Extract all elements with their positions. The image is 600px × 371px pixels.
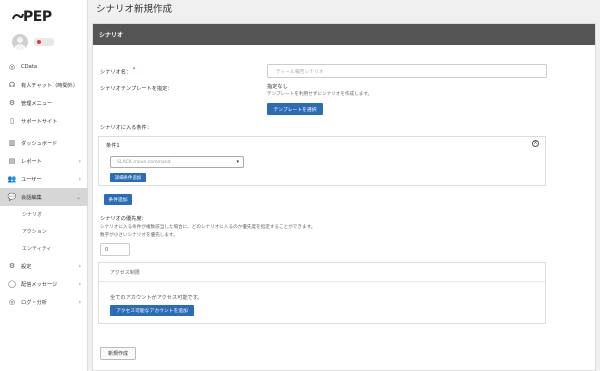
speech-icon: ◯ bbox=[8, 279, 16, 288]
priority-help-1: シナリオに入る条件が複数該当した場合に、どのシナリオに入るのか優先度を指定するこ… bbox=[100, 225, 316, 230]
page-title: シナリオ新規作成 bbox=[96, 4, 173, 15]
sidebar-item-support-site[interactable]: ▯ サポートサイト bbox=[0, 112, 88, 130]
access-description: 全てのアカウントがアクセス可能です。 bbox=[110, 295, 203, 301]
create-button[interactable]: 新規作成 bbox=[100, 347, 136, 360]
condition-select-value: SLACK move command bbox=[117, 159, 171, 165]
sidebar-item-cdata[interactable]: ◎ CData bbox=[0, 58, 88, 76]
chevron-right-icon: › bbox=[78, 175, 81, 183]
panel-header: シナリオ bbox=[93, 24, 595, 45]
tablet-icon: ▯ bbox=[10, 116, 14, 125]
main-content: シナリオ新規作成 シナリオ シナリオ名： * ディール報告シナリオ シナリオテン… bbox=[88, 0, 600, 371]
condition-select[interactable]: SLACK move command ▾ bbox=[110, 156, 244, 168]
sidebar-subitem-entity[interactable]: エンティティ bbox=[0, 240, 88, 257]
scenario-name-input[interactable]: ディール報告シナリオ bbox=[267, 64, 547, 78]
sidebar-item-label: ダッシュボード bbox=[21, 140, 58, 147]
required-mark: * bbox=[132, 67, 136, 73]
priority-help-2: 数字が小さいシナリオを優先します。 bbox=[100, 233, 178, 238]
user-profile[interactable] bbox=[12, 34, 54, 50]
scenario-name-label: シナリオ名： * bbox=[100, 67, 135, 76]
chevron-down-icon: ⌄ bbox=[75, 193, 81, 201]
chat-bubbles-icon: 💬 bbox=[7, 192, 17, 201]
sidebar-subitem-scenario[interactable]: シナリオ bbox=[0, 206, 88, 223]
chevron-right-icon: › bbox=[78, 262, 81, 270]
sidebar-item-label: レポート bbox=[21, 158, 42, 165]
sidebar-item-label: 管理メニュー bbox=[21, 100, 53, 107]
gears-icon: ⚙ bbox=[8, 261, 16, 270]
sidebar-item-label: ユーザー bbox=[21, 176, 42, 183]
users-icon: 👥 bbox=[7, 174, 17, 183]
globe-icon: ◎ bbox=[8, 62, 16, 71]
close-icon[interactable]: × bbox=[532, 140, 539, 147]
sidebar-item-label: 有人チャット（時間外） bbox=[21, 82, 79, 89]
template-description: テンプレートを利用せずにシナリオを作成します。 bbox=[267, 92, 373, 97]
sidebar-item-label: 設定 bbox=[21, 263, 32, 270]
sidebar-subitem-label: エンティティ bbox=[22, 246, 52, 252]
add-accessible-account-button[interactable]: アクセス可能なアカウントを追加 bbox=[110, 305, 194, 316]
scenario-name-label-text: シナリオ名： bbox=[100, 69, 132, 76]
access-title: アクセス制限 bbox=[110, 270, 140, 276]
priority-label: シナリオの優先度： bbox=[100, 216, 147, 222]
condition-title: 条件1 bbox=[106, 143, 120, 149]
select-template-button[interactable]: テンプレートを選択 bbox=[267, 103, 323, 115]
sidebar-item-label: 配信メッセージ bbox=[21, 281, 58, 288]
scenario-panel: シナリオ シナリオ名： * ディール報告シナリオ シナリオテンプレートを指定： … bbox=[92, 23, 596, 371]
chevron-right-icon: › bbox=[78, 298, 81, 306]
template-value: 指定なし bbox=[267, 84, 288, 90]
sidebar-item-label: ログ・分析 bbox=[21, 299, 47, 306]
headset-icon: ☊ bbox=[8, 80, 16, 89]
globe-icon: ◎ bbox=[8, 297, 16, 306]
chevron-right-icon: › bbox=[78, 157, 81, 165]
sidebar-item-live-chat[interactable]: ☊ 有人チャット（時間外） bbox=[0, 76, 88, 94]
report-icon: ▤ bbox=[8, 156, 16, 165]
sidebar: PEP ◎ CData ☊ 有人チャット（時間外） ⚙ 管理メニュー ▯ サポー… bbox=[0, 0, 88, 371]
condition-card: 条件1 × SLACK move command ▾ 詳細条件追加 bbox=[98, 136, 546, 186]
sidebar-subitem-label: アクション bbox=[22, 229, 47, 235]
add-detail-condition-button[interactable]: 詳細条件追加 bbox=[110, 173, 146, 182]
access-restriction-card: アクセス制限 全てのアカウントがアクセス可能です。 アクセス可能なアカウントを追… bbox=[98, 262, 546, 324]
sidebar-item-dashboard[interactable]: ▥ ダッシュボード bbox=[0, 134, 88, 152]
conditions-label: シナリオに入る条件： bbox=[100, 125, 152, 131]
sidebar-item-label: CData bbox=[21, 64, 38, 70]
sidebar-subitem-action[interactable]: アクション bbox=[0, 223, 88, 240]
logo[interactable]: PEP bbox=[12, 6, 52, 28]
priority-input[interactable]: 0 bbox=[100, 243, 130, 256]
sidebar-item-conversation-edit[interactable]: 💬 会話編集 ⌄ bbox=[0, 188, 88, 206]
gear-icon: ⚙ bbox=[8, 98, 16, 107]
sidebar-item-label: サポートサイト bbox=[21, 118, 58, 125]
status-badge bbox=[34, 38, 54, 46]
chevron-right-icon: › bbox=[78, 280, 81, 288]
sidebar-item-settings[interactable]: ⚙ 設定 › bbox=[0, 257, 88, 275]
sidebar-item-logs[interactable]: ◎ ログ・分析 › bbox=[0, 293, 88, 311]
add-condition-button[interactable]: 条件追加 bbox=[104, 194, 132, 205]
chevron-down-icon: ▾ bbox=[236, 159, 239, 165]
sidebar-item-broadcast[interactable]: ◯ 配信メッセージ › bbox=[0, 275, 88, 293]
sidebar-item-users[interactable]: 👥 ユーザー › bbox=[0, 170, 88, 188]
logo-text: PEP bbox=[23, 9, 52, 25]
avatar bbox=[12, 34, 28, 50]
template-label: シナリオテンプレートを指定： bbox=[100, 86, 173, 92]
sidebar-nav: ◎ CData ☊ 有人チャット（時間外） ⚙ 管理メニュー ▯ サポートサイト… bbox=[0, 58, 88, 311]
sidebar-item-admin-menu[interactable]: ⚙ 管理メニュー bbox=[0, 94, 88, 112]
sidebar-subitem-label: シナリオ bbox=[22, 212, 43, 218]
divider bbox=[99, 281, 545, 282]
sidebar-item-report[interactable]: ▤ レポート › bbox=[0, 152, 88, 170]
bar-chart-icon: ▥ bbox=[8, 138, 16, 147]
sidebar-item-label: 会話編集 bbox=[21, 194, 42, 201]
